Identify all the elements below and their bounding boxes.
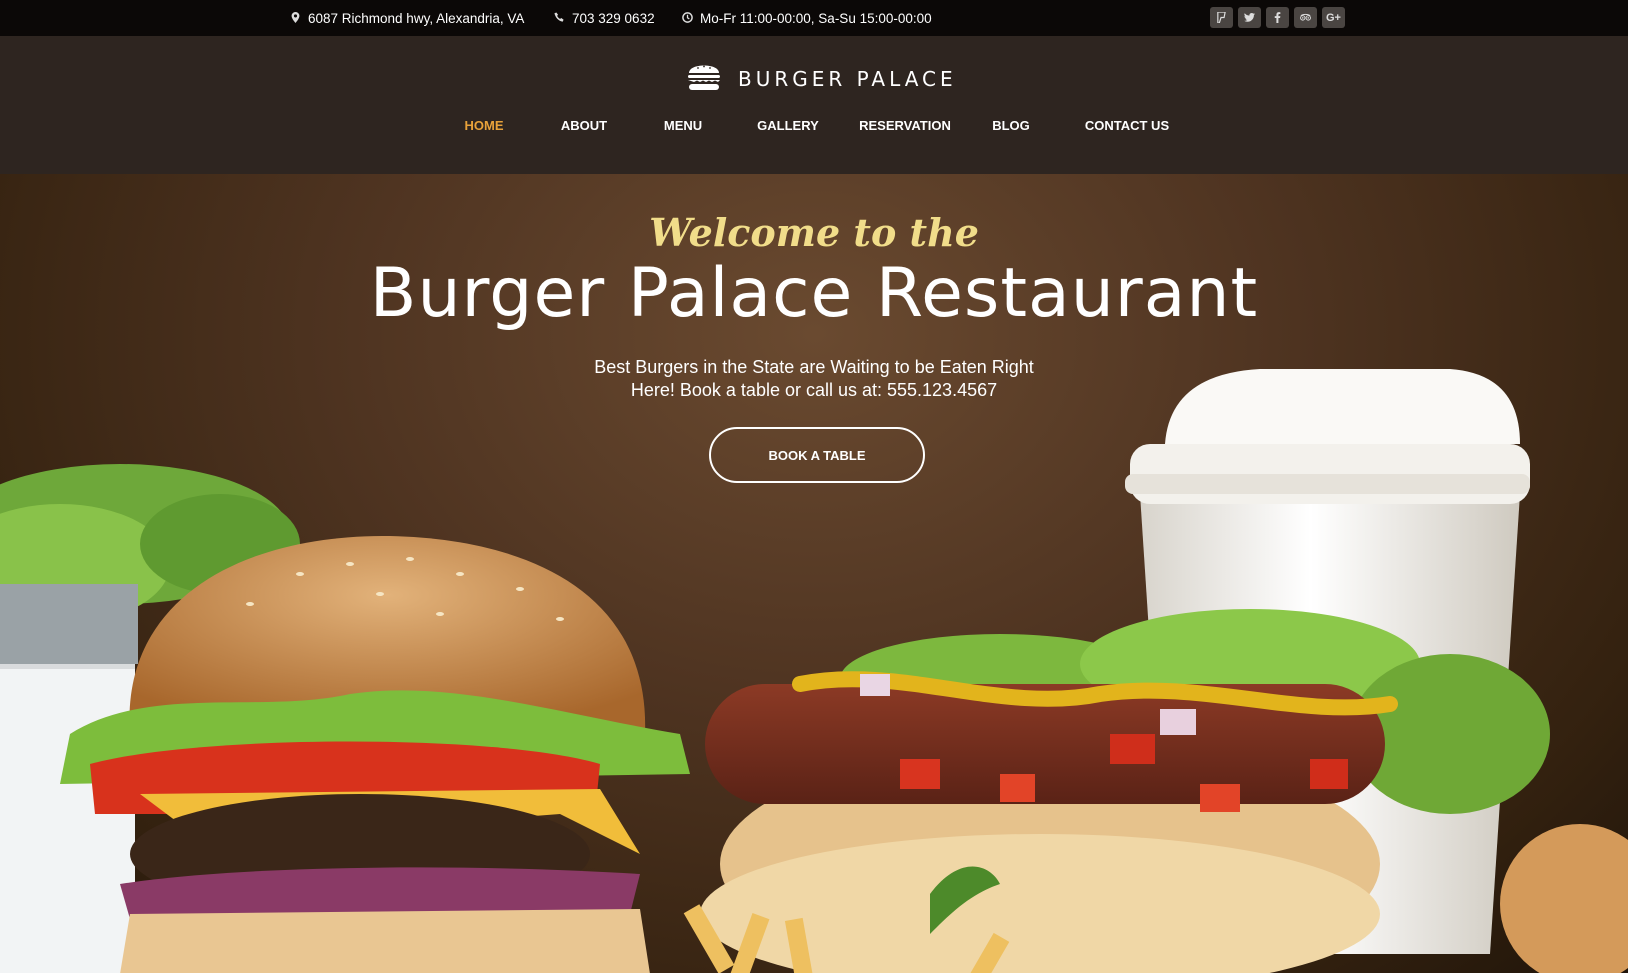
google-plus-label: G+ <box>1326 11 1341 24</box>
nav-menu[interactable]: MENU <box>664 118 702 133</box>
tripadvisor-icon[interactable] <box>1294 7 1317 28</box>
hero-section: Welcome to the Burger Palace Restaurant … <box>0 174 1628 973</box>
twitter-icon[interactable] <box>1238 7 1261 28</box>
site-logo[interactable]: BURGER PALACE <box>686 58 957 99</box>
foursquare-icon[interactable] <box>1210 7 1233 28</box>
nav-reservation[interactable]: RESERVATION <box>859 118 951 133</box>
nav-home[interactable]: HOME <box>465 118 504 133</box>
phone-info[interactable]: 703 329 0632 <box>554 0 655 36</box>
google-plus-icon[interactable]: G+ <box>1322 7 1345 28</box>
nav-contact-us[interactable]: CONTACT US <box>1085 118 1169 133</box>
hours-text: Mo-Fr 11:00-00:00, Sa-Su 15:00-00:00 <box>700 10 932 26</box>
social-links: G+ <box>1210 7 1345 28</box>
brand-name: BURGER PALACE <box>738 66 957 91</box>
phone-text[interactable]: 703 329 0632 <box>572 11 655 26</box>
hero-subtitle-line-2: Here! Book a table or call us at: 555.12… <box>630 380 998 400</box>
nav-gallery[interactable]: GALLERY <box>757 118 819 133</box>
address-text: 6087 Richmond hwy, Alexandria, VA <box>308 10 525 26</box>
top-info-bar: 6087 Richmond hwy, Alexandria, VA 703 32… <box>0 0 1628 36</box>
address-info: 6087 Richmond hwy, Alexandria, VA <box>290 0 524 36</box>
hero-title: Burger Palace Restaurant <box>369 254 1259 333</box>
map-pin-icon <box>290 11 301 26</box>
hero-subtitle-line-1: Best Burgers in the State are Waiting to… <box>594 357 1034 377</box>
main-nav: HOME ABOUT MENU GALLERY RESERVATION BLOG… <box>0 118 1628 148</box>
hours-info: Mo-Fr 11:00-00:00, Sa-Su 15:00-00:00 <box>682 0 932 36</box>
nav-about[interactable]: ABOUT <box>561 118 607 133</box>
site-header: BURGER PALACE HOME ABOUT MENU GALLERY RE… <box>0 36 1628 174</box>
hero-subtitle: Best Burgers in the State are Waiting to… <box>564 356 1064 402</box>
welcome-text: Welcome to the <box>649 210 979 255</box>
clock-icon <box>682 11 693 26</box>
book-a-table-button[interactable]: BOOK A TABLE <box>709 427 925 483</box>
phone-icon <box>554 11 565 26</box>
nav-blog[interactable]: BLOG <box>992 118 1030 133</box>
burger-logo-icon <box>686 58 722 99</box>
facebook-icon[interactable] <box>1266 7 1289 28</box>
